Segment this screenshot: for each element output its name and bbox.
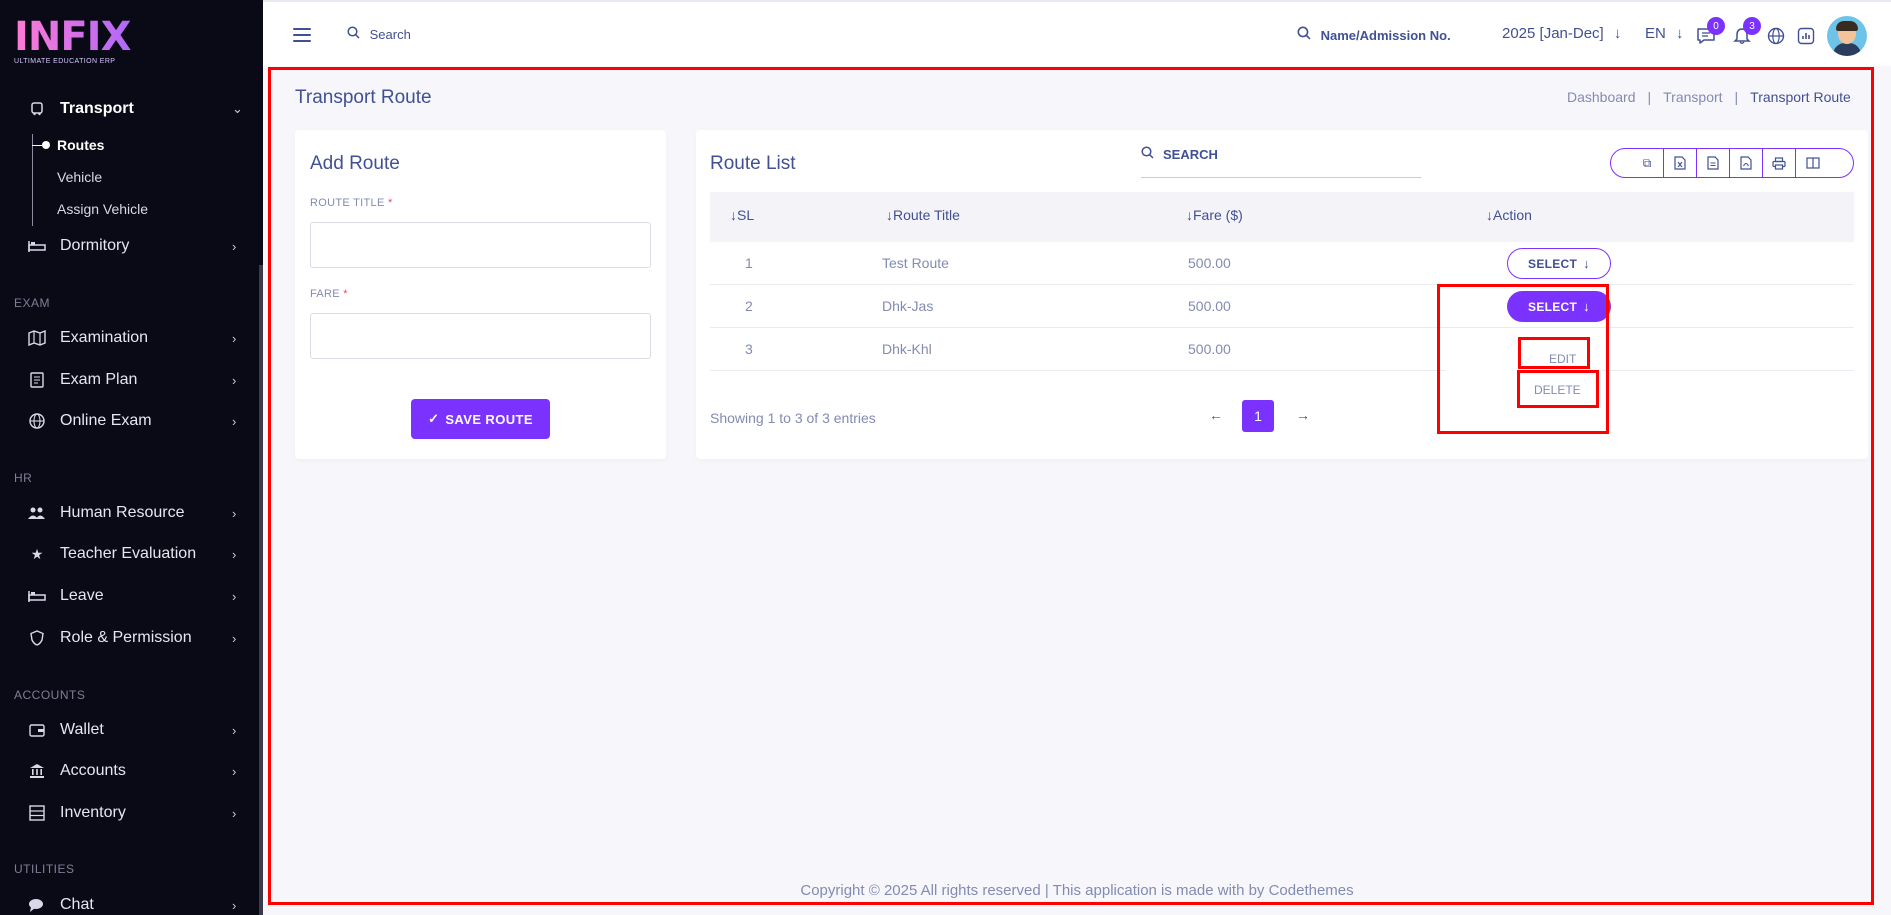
globe-icon [1767, 27, 1785, 45]
chart-icon [1797, 27, 1815, 45]
global-search-placeholder: Search [369, 27, 411, 42]
language-select[interactable]: EN ↓ [1645, 25, 1684, 42]
sidebar-item-accounts[interactable]: Accounts › [0, 754, 259, 788]
sidebar-item-chat[interactable]: Chat › [0, 888, 259, 915]
sidebar-item-human-resource[interactable]: Human Resource › [0, 496, 259, 530]
section-label-accounts: ACCOUNTS [14, 688, 86, 702]
chevron-right-icon: › [232, 722, 237, 738]
sidebar-item-label: Exam Plan [60, 371, 138, 388]
submenu-line [32, 134, 33, 226]
student-search-placeholder: Name/Admission No. [1320, 28, 1451, 43]
sidebar-item-dormitory[interactable]: Dormitory › [0, 229, 259, 263]
search-icon [347, 26, 364, 42]
sidebar-item-label: Transport [60, 100, 134, 117]
sidebar-item-exam-plan[interactable]: Exam Plan › [0, 363, 259, 397]
chat-icon [28, 896, 46, 914]
notifications-badge: 3 [1743, 17, 1761, 35]
chevron-right-icon: › [232, 413, 237, 429]
sidebar: INFIX ULTIMATE EDUCATION ERP Transport ⌄… [0, 0, 263, 915]
bed-icon [28, 237, 46, 255]
global-search[interactable]: Search [347, 26, 411, 42]
menu-toggle-icon[interactable] [293, 28, 311, 42]
chevron-right-icon: › [232, 763, 237, 779]
sidebar-subitem-vehicle[interactable]: Vehicle [57, 169, 102, 185]
chevron-right-icon: › [232, 897, 237, 913]
academic-year-value: 2025 [Jan-Dec] [1502, 25, 1604, 42]
sidebar-item-examination[interactable]: Examination › [0, 321, 259, 355]
chevron-right-icon: › [232, 630, 237, 646]
search-icon [1297, 26, 1315, 43]
logo[interactable]: INFIX ULTIMATE EDUCATION ERP [14, 16, 154, 76]
sidebar-item-wallet[interactable]: Wallet › [0, 713, 259, 747]
globe-icon [28, 412, 46, 430]
highlight-frame-edit [1518, 337, 1590, 369]
arrow-down-icon: ↓ [1613, 25, 1622, 42]
active-dot-icon [42, 141, 50, 149]
sidebar-item-role-permission[interactable]: Role & Permission › [0, 621, 259, 655]
chevron-right-icon: › [232, 330, 237, 346]
map-icon [28, 329, 46, 347]
bus-icon [28, 100, 46, 118]
shield-icon [28, 629, 46, 647]
document-icon [28, 371, 46, 389]
submenu-tick [32, 145, 42, 146]
language-value: EN [1645, 25, 1666, 42]
sidebar-item-inventory[interactable]: Inventory › [0, 796, 259, 830]
section-label-hr: HR [14, 471, 33, 485]
sidebar-item-label: Examination [60, 329, 149, 346]
highlight-frame-delete [1517, 370, 1599, 408]
chevron-right-icon: › [232, 805, 237, 821]
bed-icon [28, 587, 46, 605]
chevron-right-icon: › [232, 372, 237, 388]
section-label-exam: EXAM [14, 296, 51, 310]
sidebar-item-label: Accounts [60, 762, 126, 779]
messages-button[interactable]: 0 [1696, 17, 1725, 46]
sidebar-item-label: Inventory [60, 804, 126, 821]
sidebar-scrollbar[interactable] [259, 265, 263, 915]
star-icon: ★ [30, 545, 44, 562]
website-button[interactable] [1766, 26, 1786, 46]
users-icon [28, 504, 46, 522]
sidebar-item-teacher-evaluation[interactable]: ★ Teacher Evaluation › [0, 537, 259, 571]
user-avatar[interactable] [1827, 16, 1867, 56]
sidebar-item-label: Leave [60, 587, 104, 604]
student-search[interactable]: Name/Admission No. [1297, 26, 1451, 43]
footer-copyright: Copyright © 2025 All rights reserved | T… [800, 882, 1354, 899]
inventory-icon [28, 804, 46, 822]
sidebar-item-transport[interactable]: Transport ⌄ [0, 92, 259, 126]
sidebar-item-leave[interactable]: Leave › [0, 579, 259, 613]
chevron-right-icon: › [232, 505, 237, 521]
sidebar-item-label: Wallet [60, 721, 104, 738]
sidebar-item-label: Teacher Evaluation [60, 545, 197, 562]
academic-year-select[interactable]: 2025 [Jan-Dec] ↓ [1502, 25, 1621, 42]
sidebar-item-online-exam[interactable]: Online Exam › [0, 404, 259, 438]
sidebar-subitem-assign-vehicle[interactable]: Assign Vehicle [57, 201, 148, 217]
sidebar-item-label: Dormitory [60, 237, 130, 254]
highlight-frame-content [268, 67, 1874, 905]
logo-subtitle: ULTIMATE EDUCATION ERP [14, 58, 116, 65]
arrow-down-icon: ↓ [1676, 25, 1684, 42]
sidebar-item-label: Online Exam [60, 412, 152, 429]
messages-badge: 0 [1707, 17, 1725, 35]
bank-icon [28, 762, 46, 780]
chevron-down-icon: ⌄ [232, 101, 243, 116]
sidebar-item-label: Role & Permission [60, 629, 192, 646]
topbar: Search Name/Admission No. 2025 [Jan-Dec]… [263, 0, 1891, 66]
reports-button[interactable] [1796, 26, 1816, 46]
logo-text: INFIX [14, 16, 154, 58]
sidebar-item-label: Chat [60, 896, 94, 913]
sidebar-subitem-routes[interactable]: Routes [57, 137, 104, 153]
section-label-utilities: UTILITIES [14, 862, 75, 876]
chevron-right-icon: › [232, 588, 237, 604]
chevron-right-icon: › [232, 546, 237, 562]
wallet-icon [28, 721, 46, 739]
chevron-right-icon: › [232, 238, 237, 254]
notifications-button[interactable]: 3 [1732, 17, 1761, 46]
sidebar-item-label: Human Resource [60, 504, 185, 521]
